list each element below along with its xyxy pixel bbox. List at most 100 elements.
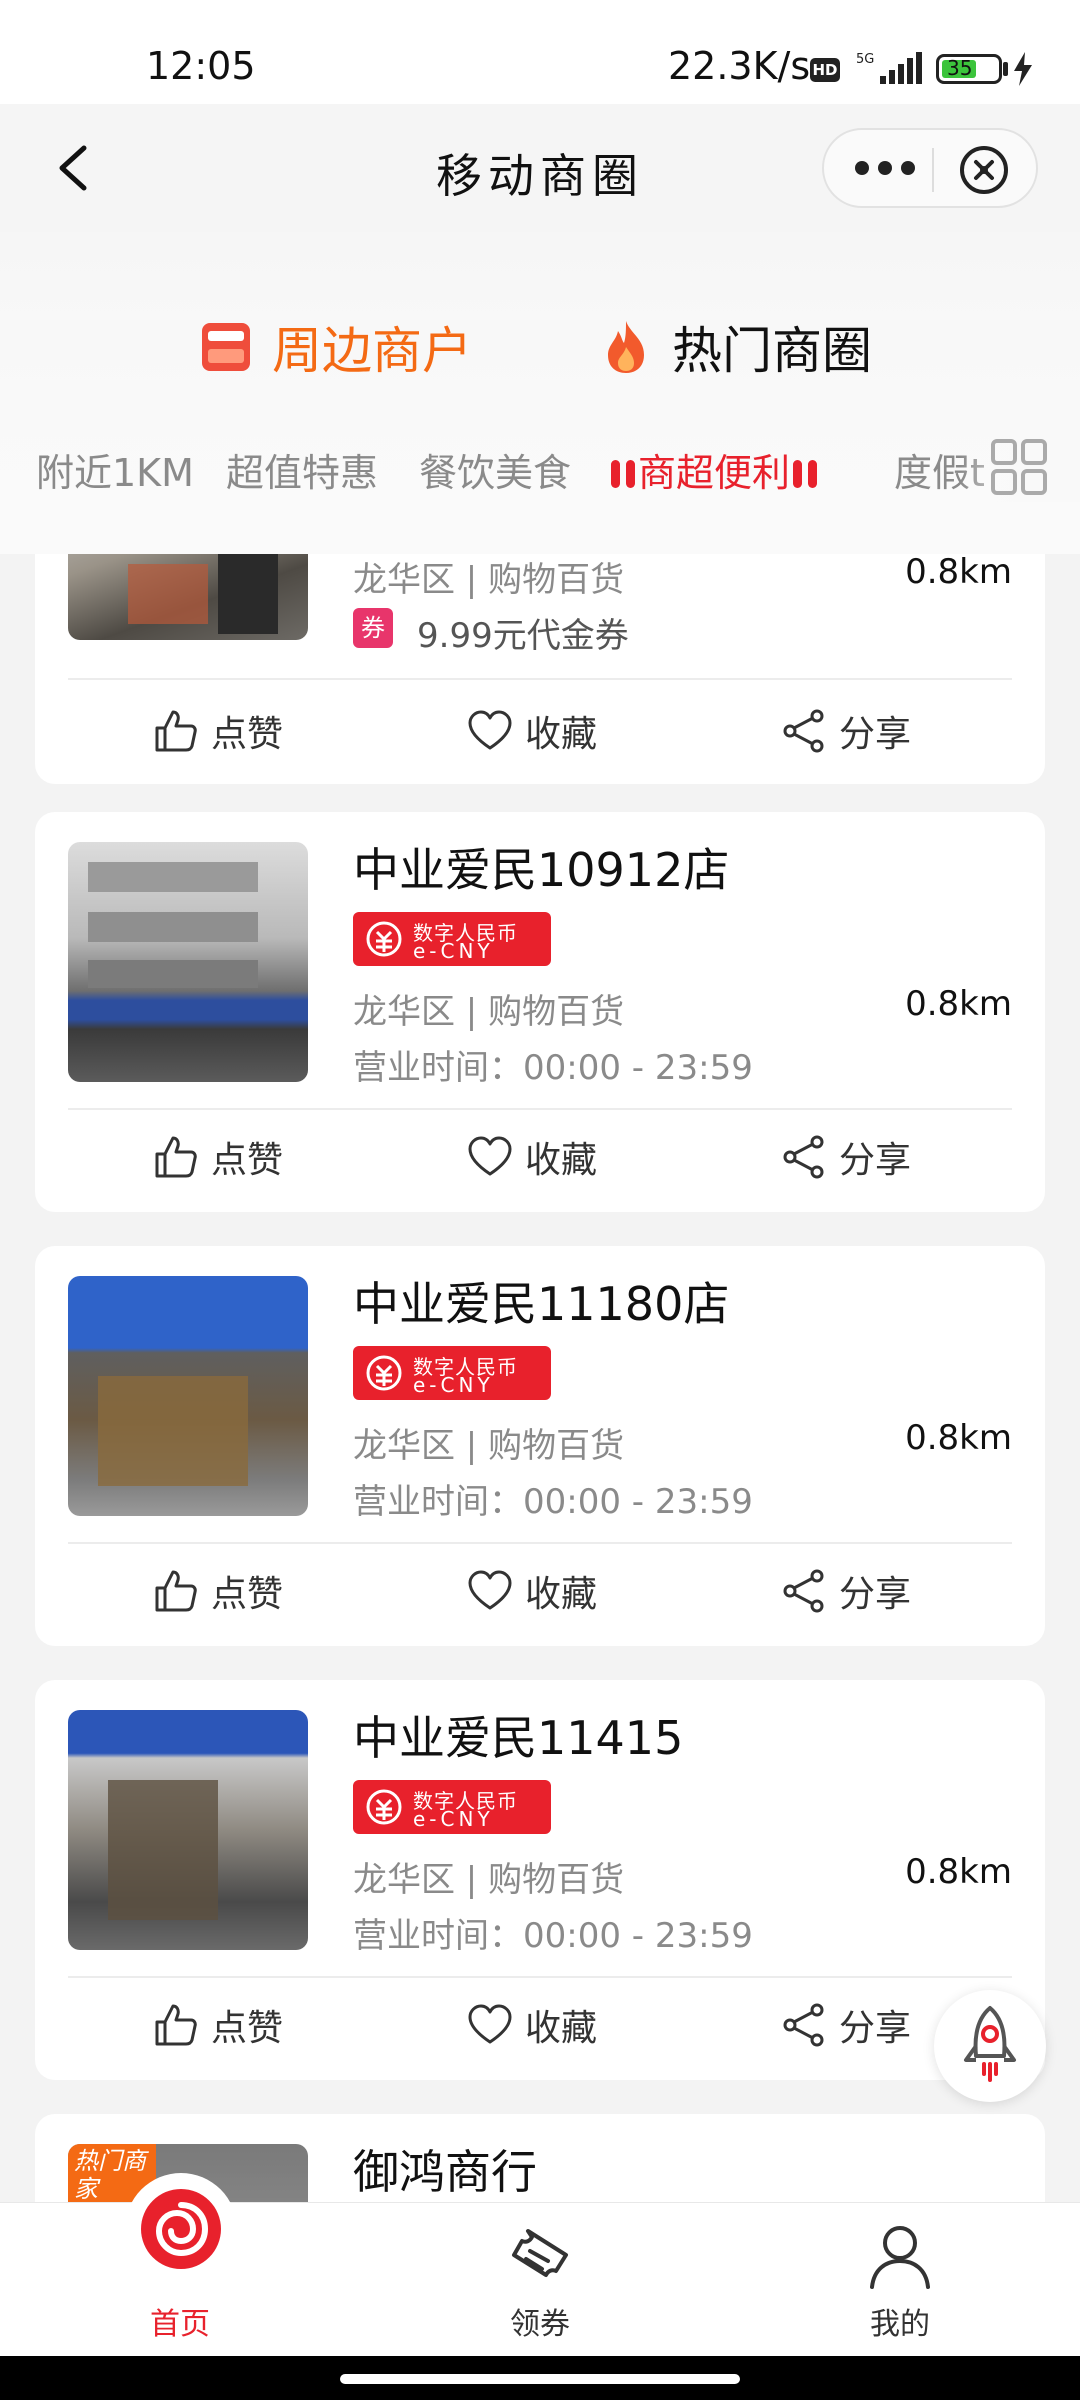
store-card[interactable]: 中业爱民11180店 数字人民币 e-CNY 龙华区 | 购物百货 0.8km … [35, 1246, 1045, 1646]
ecny-coin-icon [366, 1355, 402, 1391]
share-label: 分享 [839, 714, 912, 755]
store-name: 中业爱民11415 [353, 1711, 684, 1765]
like-button[interactable]: 点赞 [153, 1132, 283, 1182]
title-bar: 移动商圈 [0, 104, 1080, 232]
nav-coupons[interactable]: 领券 [440, 2203, 640, 2357]
share-icon [783, 1135, 824, 1179]
heart-icon [468, 1136, 512, 1176]
like-label: 点赞 [211, 1574, 284, 1615]
home-logo-icon [133, 2181, 229, 2277]
ecny-subtext: e-CNY [413, 939, 494, 963]
ecny-subtext: e-CNY [413, 1373, 494, 1397]
store-district: 龙华区 | 购物百货 [353, 992, 625, 1032]
category-great-deals[interactable]: 超值特惠 [226, 442, 378, 497]
store-hours: 营业时间：00:00 - 23:59 [353, 1482, 753, 1522]
thumbs-up-icon [155, 1136, 197, 1178]
home-indicator[interactable] [340, 2374, 740, 2384]
card-divider [68, 678, 1012, 680]
store-photo [68, 1276, 308, 1516]
close-icon[interactable] [958, 144, 1010, 196]
store-name: 中业爱民10912店 [353, 843, 730, 897]
shop-icon [202, 323, 250, 371]
store-card[interactable]: 中业爱民11415 数字人民币 e-CNY 龙华区 | 购物百货 0.8km 营… [35, 1680, 1045, 2080]
nav-home[interactable]: 首页 [80, 2181, 280, 2357]
like-button[interactable]: 点赞 [153, 1566, 283, 1616]
nav-label: 首页 [150, 2307, 210, 2342]
store-distance: 0.8km [905, 554, 1012, 592]
store-list: 龙华区 | 购物百货 0.8km 券 9.99元代金券 点赞 收藏 分享 中业爱… [0, 554, 1080, 2202]
coupon-text: 9.99元代金券 [417, 616, 629, 656]
share-icon [783, 1569, 824, 1613]
store-card[interactable]: 中业爱民10912店 数字人民币 e-CNY 龙华区 | 购物百货 0.8km … [35, 812, 1045, 1212]
battery-tip [1003, 62, 1008, 76]
share-label: 分享 [839, 1140, 912, 1181]
coupon-tag: 券 [353, 608, 393, 648]
share-icon [783, 2003, 824, 2047]
nav-label: 领券 [510, 2307, 570, 2342]
capsule-divider [932, 148, 934, 192]
share-button[interactable]: 分享 [781, 2000, 911, 2050]
battery-icon: 35 [936, 54, 1002, 84]
more-icon[interactable] [852, 156, 918, 180]
favorite-label: 收藏 [525, 714, 598, 755]
status-time: 12:05 [146, 44, 256, 88]
grid-menu-icon[interactable] [990, 438, 1048, 496]
mini-program-capsule [822, 128, 1038, 208]
ecny-coin-icon [366, 921, 402, 957]
store-distance: 0.8km [905, 1852, 1012, 1892]
like-label: 点赞 [211, 2008, 284, 2049]
fire-icon [608, 321, 644, 373]
back-to-top-button[interactable] [934, 1990, 1046, 2102]
thumbs-up-icon [155, 2004, 197, 2046]
favorite-button[interactable]: 收藏 [467, 2000, 597, 2050]
share-button[interactable]: 分享 [781, 1132, 911, 1182]
status-net-speed: 22.3K/s [668, 44, 811, 88]
category-supermarket[interactable]: 商超便利 [608, 442, 820, 497]
category-label: 商超便利 [638, 451, 791, 495]
favorite-label: 收藏 [525, 2008, 598, 2049]
store-distance: 0.8km [905, 1418, 1012, 1458]
store-distance: 0.8km [905, 984, 1012, 1024]
favorite-label: 收藏 [525, 1140, 598, 1181]
header-area: 周边商户 热门商圈 附近1KM 超值特惠 餐饮美食 商超便利 度假t [0, 232, 1080, 554]
charging-icon [1014, 52, 1032, 86]
nav-label: 我的 [870, 2307, 930, 2342]
favorite-button[interactable]: 收藏 [467, 706, 597, 756]
category-nearby-1km[interactable]: 附近1KM [36, 442, 194, 497]
ecny-badge: 数字人民币 e-CNY [353, 912, 551, 966]
category-bar: 附近1KM 超值特惠 餐饮美食 商超便利 度假t [0, 432, 1080, 502]
bottom-nav: 首页 领券 我的 [0, 2181, 1080, 2357]
like-label: 点赞 [211, 714, 284, 755]
share-button[interactable]: 分享 [781, 706, 911, 756]
favorite-button[interactable]: 收藏 [467, 1132, 597, 1182]
rocket-icon [964, 2006, 1016, 2082]
heart-icon [468, 710, 512, 750]
ecny-badge: 数字人民币 e-CNY [353, 1780, 551, 1834]
like-label: 点赞 [211, 1140, 284, 1181]
ecny-subtext: e-CNY [413, 1807, 494, 1831]
battery-level: 35 [947, 56, 973, 80]
favorite-button[interactable]: 收藏 [467, 1566, 597, 1616]
ecny-coin-icon [366, 1789, 402, 1825]
category-food[interactable]: 餐饮美食 [419, 442, 571, 497]
share-button[interactable]: 分享 [781, 1566, 911, 1616]
heart-icon [468, 2004, 512, 2044]
store-name: 中业爱民11180店 [353, 1277, 730, 1331]
store-photo [68, 842, 308, 1082]
nav-profile[interactable]: 我的 [800, 2203, 1000, 2357]
tab-hot-districts[interactable]: 热门商圈 [600, 312, 872, 382]
tab-nearby-merchants[interactable]: 周边商户 [200, 312, 472, 382]
store-hours: 营业时间：00:00 - 23:59 [353, 1916, 753, 1956]
store-card[interactable]: 龙华区 | 购物百货 0.8km 券 9.99元代金券 点赞 收藏 分享 [35, 554, 1045, 784]
store-name: 御鸿商行 [353, 2145, 537, 2199]
like-button[interactable]: 点赞 [153, 2000, 283, 2050]
tab-label: 热门商圈 [672, 322, 872, 380]
share-label: 分享 [839, 1574, 912, 1615]
thumbs-up-icon [155, 710, 197, 752]
like-button[interactable]: 点赞 [153, 706, 283, 756]
hot-merchant-badge: 热门商家 [68, 2144, 156, 2202]
store-hours: 营业时间：00:00 - 23:59 [353, 1048, 753, 1088]
tab-label: 周边商户 [272, 322, 472, 380]
share-label: 分享 [839, 2008, 912, 2049]
store-photo [68, 554, 308, 640]
